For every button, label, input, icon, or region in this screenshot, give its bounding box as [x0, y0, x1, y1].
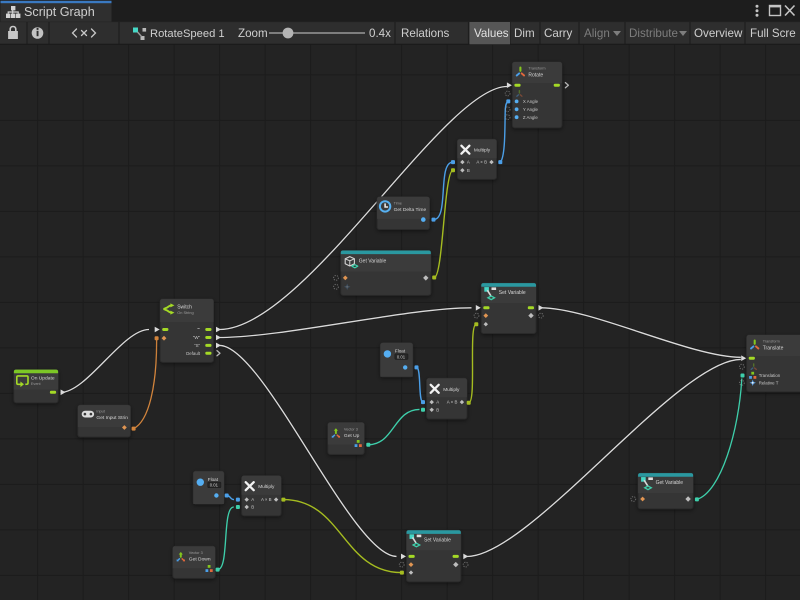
svg-text:Default: Default	[186, 351, 201, 356]
svg-text:B: B	[436, 407, 439, 412]
svg-text:0.01: 0.01	[210, 483, 219, 488]
svg-text:Get Variable: Get Variable	[656, 480, 684, 486]
svg-text:On Update: On Update	[31, 376, 55, 382]
svg-text:Get Up: Get Up	[344, 433, 360, 439]
svg-text:Zoom: Zoom	[238, 27, 268, 40]
svg-text:Overview: Overview	[694, 27, 743, 40]
svg-text:0.01: 0.01	[397, 354, 406, 359]
svg-text:Input: Input	[96, 409, 105, 413]
svg-text:Script Graph: Script Graph	[24, 5, 95, 19]
svg-text:Event: Event	[31, 382, 42, 386]
svg-text:Translation: Translation	[759, 373, 781, 378]
svg-text:Multiply: Multiply	[474, 148, 491, 154]
svg-text:Multiply: Multiply	[258, 484, 275, 490]
svg-text:RotateSpeed 1: RotateSpeed 1	[150, 28, 225, 40]
svg-text:Z Angle: Z Angle	[523, 115, 538, 120]
svg-text:Transform: Transform	[528, 67, 545, 71]
svg-text:Transform: Transform	[763, 340, 780, 344]
svg-text:Set Variable: Set Variable	[499, 290, 526, 296]
svg-text:X Angle: X Angle	[523, 99, 539, 104]
svg-text:Time: Time	[394, 202, 402, 206]
svg-text:“W”: “W”	[193, 335, 201, 340]
svg-text:B: B	[251, 505, 254, 510]
svg-text:Vector 3: Vector 3	[344, 428, 358, 432]
svg-text:B: B	[467, 168, 470, 173]
svg-text:Get Variable: Get Variable	[359, 259, 387, 265]
svg-text:A × B: A × B	[476, 160, 487, 165]
svg-text:On String: On String	[177, 310, 193, 315]
svg-text:Relative T: Relative T	[759, 380, 779, 385]
svg-text:Distribute: Distribute	[629, 27, 678, 40]
svg-text:Get Input Strin: Get Input Strin	[96, 415, 128, 421]
svg-text:Y Angle: Y Angle	[523, 107, 539, 112]
svg-text:Multiply: Multiply	[443, 387, 460, 393]
svg-text:A: A	[436, 400, 439, 405]
svg-text:Translate: Translate	[763, 346, 784, 352]
svg-text:Get Delta Time: Get Delta Time	[394, 207, 427, 213]
svg-text:Float: Float	[395, 349, 406, 354]
svg-text:Full Scre: Full Scre	[750, 27, 796, 40]
svg-text:Float: Float	[208, 477, 219, 482]
svg-text:Get Down: Get Down	[189, 557, 211, 563]
svg-text:Vector 3: Vector 3	[189, 551, 203, 555]
svg-text:Set Variable: Set Variable	[424, 537, 451, 543]
svg-text:Carry: Carry	[544, 27, 573, 40]
svg-text:A × B: A × B	[261, 497, 272, 502]
svg-text:“S”: “S”	[194, 343, 200, 348]
svg-text:A: A	[251, 497, 254, 502]
svg-text:A × B: A × B	[447, 400, 458, 405]
svg-text:0.4x: 0.4x	[369, 27, 391, 40]
svg-text:Dim: Dim	[514, 27, 535, 40]
svg-text:Rotate: Rotate	[528, 73, 543, 79]
svg-text:A: A	[467, 160, 470, 165]
svg-text:Relations: Relations	[401, 27, 450, 40]
svg-text:Align: Align	[584, 27, 610, 40]
svg-text:Values: Values	[474, 27, 509, 40]
